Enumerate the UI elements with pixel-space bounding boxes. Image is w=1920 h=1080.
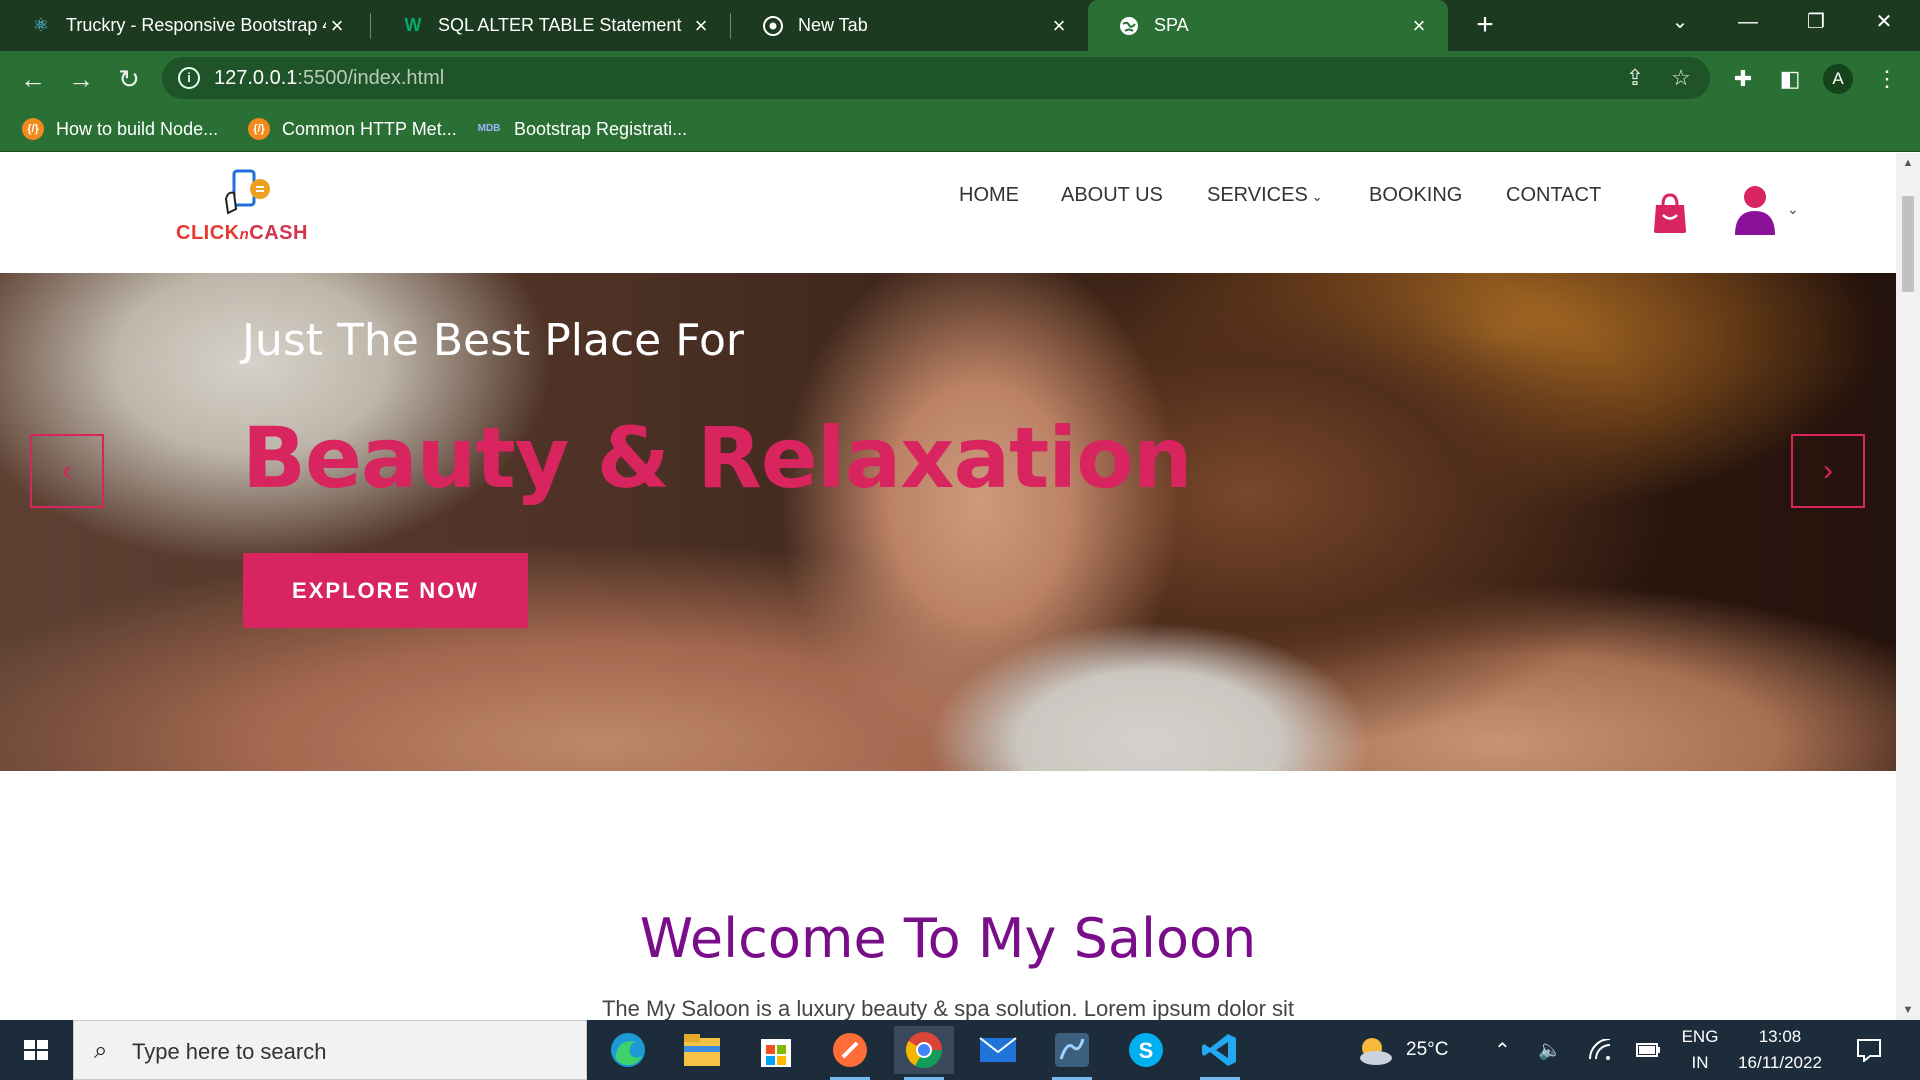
tab-sql-alter[interactable]: W SQL ALTER TABLE Statement ×	[372, 0, 730, 51]
address-url[interactable]: 127.0.0.1:5500/index.html	[214, 67, 444, 90]
nav-contact[interactable]: CONTACT	[1506, 184, 1601, 207]
welcome-title: Welcome To My Saloon	[639, 907, 1257, 970]
nav-booking[interactable]: BOOKING	[1369, 184, 1462, 207]
site-info-icon[interactable]: i	[178, 67, 200, 89]
tab-title: SPA	[1154, 15, 1189, 35]
bookmarks-bar: {/} How to build Node... {/} Common HTTP…	[0, 106, 1920, 152]
react-icon: ⚛	[32, 15, 50, 35]
browser-toolbar: ← → ↻ i 127.0.0.1:5500/index.html ⇪ ☆ ✚ …	[0, 51, 1920, 106]
close-window-button[interactable]: ✕	[1854, 0, 1914, 44]
shopping-bag-icon[interactable]	[1652, 191, 1688, 235]
page-viewport: CLICKnCASH HOME ABOUT US SERVICES ⌄ BOOKI…	[0, 153, 1896, 1020]
file-explorer-icon[interactable]	[672, 1026, 732, 1074]
chevron-down-icon: ⌄	[1311, 188, 1323, 204]
close-icon[interactable]: ×	[326, 13, 348, 39]
battery-icon[interactable]	[1636, 1020, 1662, 1080]
forward-button[interactable]: →	[62, 60, 100, 98]
hero-kicker: Just The Best Place For	[242, 315, 744, 366]
bookmark-node[interactable]: {/} How to build Node...	[22, 115, 218, 143]
nav-home[interactable]: HOME	[959, 184, 1019, 207]
tab-title: New Tab	[798, 15, 868, 35]
system-clock[interactable]: 13:08 16/11/2022	[1734, 1024, 1826, 1076]
mdb-icon: MDB	[477, 123, 501, 134]
weather-cloud-sun-icon	[1360, 1038, 1392, 1065]
tab-spa[interactable]: SPA ×	[1088, 0, 1448, 51]
site-logo[interactable]: CLICKnCASH	[176, 169, 326, 253]
windows-logo-icon	[24, 1040, 48, 1060]
extensions-icon[interactable]: ✚	[1728, 64, 1758, 94]
tab-new-tab[interactable]: New Tab ×	[732, 0, 1088, 51]
weather-temp: 25°C	[1406, 1039, 1449, 1060]
vscode-icon[interactable]	[1190, 1026, 1250, 1080]
clock-date: 16/11/2022	[1738, 1053, 1822, 1072]
windows-taskbar: ⌕ Type here to search S 25°C ⌃ 🔈 ENGIN	[0, 1020, 1920, 1080]
explore-now-button[interactable]: EXPLORE NOW	[243, 553, 528, 628]
bookmark-label: Bootstrap Registrati...	[514, 118, 688, 139]
new-tab-button[interactable]: +	[1468, 8, 1502, 42]
start-button[interactable]	[0, 1020, 72, 1080]
bookmark-star-icon[interactable]: ☆	[1668, 65, 1694, 91]
bookmark-bootstrap[interactable]: MDB Bootstrap Registrati...	[476, 115, 687, 143]
phone-hand-logo-icon	[224, 169, 270, 215]
tab-title: Truckry - Responsive Bootstrap 4	[66, 15, 326, 35]
hero-headline: Beauty & Relaxation	[242, 409, 1193, 507]
edge-app-icon[interactable]	[598, 1026, 658, 1074]
menu-kebab-icon[interactable]: ⋮	[1872, 64, 1902, 94]
search-icon: ⌕	[94, 1037, 108, 1064]
site-header: CLICKnCASH HOME ABOUT US SERVICES ⌄ BOOKI…	[0, 153, 1896, 273]
code-bookmark-icon: {/}	[248, 118, 270, 140]
show-hidden-icons[interactable]: ⌃	[1494, 1020, 1511, 1080]
bookmark-label: Common HTTP Met...	[282, 118, 457, 139]
browser-tab-strip: ⚛ Truckry - Responsive Bootstrap 4 × W S…	[0, 0, 1920, 51]
chevron-down-icon[interactable]: ⌄	[1787, 201, 1799, 218]
address-bar[interactable]: i 127.0.0.1:5500/index.html ⇪ ☆	[162, 57, 1710, 99]
carousel-next-button[interactable]: ›	[1791, 434, 1865, 508]
w3schools-icon: W	[404, 15, 422, 35]
restore-button[interactable]: ❐	[1786, 0, 1846, 44]
clock-time: 13:08	[1758, 1027, 1802, 1046]
notifications-icon[interactable]	[1856, 1020, 1882, 1080]
side-panel-icon[interactable]: ◧	[1775, 64, 1805, 94]
skype-icon[interactable]: S	[1116, 1026, 1176, 1074]
user-account-icon[interactable]	[1733, 185, 1777, 237]
mail-icon[interactable]	[968, 1026, 1028, 1074]
logo-wordmark: CLICKnCASH	[176, 222, 308, 244]
search-placeholder: Type here to search	[132, 1039, 327, 1064]
close-icon[interactable]: ×	[1408, 13, 1430, 39]
nav-services[interactable]: SERVICES ⌄	[1207, 184, 1323, 207]
profile-avatar[interactable]: A	[1823, 64, 1853, 94]
tab-search-chevron-icon[interactable]: ⌄	[1650, 0, 1710, 44]
page-scrollbar[interactable]: ▲ ▼	[1896, 153, 1920, 1020]
bookmark-label: How to build Node...	[56, 118, 219, 139]
wifi-icon[interactable]	[1588, 1020, 1612, 1080]
back-button[interactable]: ←	[14, 60, 52, 98]
mysql-workbench-icon[interactable]	[1042, 1026, 1102, 1080]
carousel-prev-button[interactable]: ‹	[30, 434, 104, 508]
reload-button[interactable]: ↻	[110, 60, 148, 98]
scroll-up-arrow-icon[interactable]: ▲	[1896, 153, 1920, 173]
chrome-icon	[762, 15, 784, 37]
globe-icon	[1118, 15, 1140, 37]
close-icon[interactable]: ×	[690, 13, 712, 39]
chrome-app-icon[interactable]	[894, 1026, 954, 1080]
input-language[interactable]: ENG IN	[1680, 1024, 1720, 1076]
close-icon[interactable]: ×	[1048, 13, 1070, 39]
welcome-text: The My Saloon is a luxury beauty & spa s…	[601, 996, 1295, 1020]
share-icon[interactable]: ⇪	[1622, 65, 1648, 91]
minimize-button[interactable]: —	[1718, 0, 1778, 44]
code-bookmark-icon: {/}	[22, 118, 44, 140]
bookmark-http[interactable]: {/} Common HTTP Met...	[248, 115, 457, 143]
tab-title: SQL ALTER TABLE Statement	[438, 15, 682, 35]
taskbar-search[interactable]: ⌕ Type here to search	[73, 1020, 587, 1080]
nav-about-us[interactable]: ABOUT US	[1061, 184, 1163, 207]
tab-truckry[interactable]: ⚛ Truckry - Responsive Bootstrap 4 ×	[0, 0, 366, 51]
scroll-down-arrow-icon[interactable]: ▼	[1896, 1000, 1920, 1020]
hero-carousel: Just The Best Place For Beauty & Relaxat…	[0, 273, 1896, 771]
scrollbar-thumb[interactable]	[1902, 196, 1914, 292]
volume-icon[interactable]: 🔈	[1538, 1020, 1562, 1080]
postman-icon[interactable]	[820, 1026, 880, 1080]
microsoft-store-icon[interactable]	[746, 1026, 806, 1074]
weather-widget[interactable]: 25°C	[1356, 1020, 1448, 1080]
svg-text:S: S	[1139, 1038, 1154, 1063]
